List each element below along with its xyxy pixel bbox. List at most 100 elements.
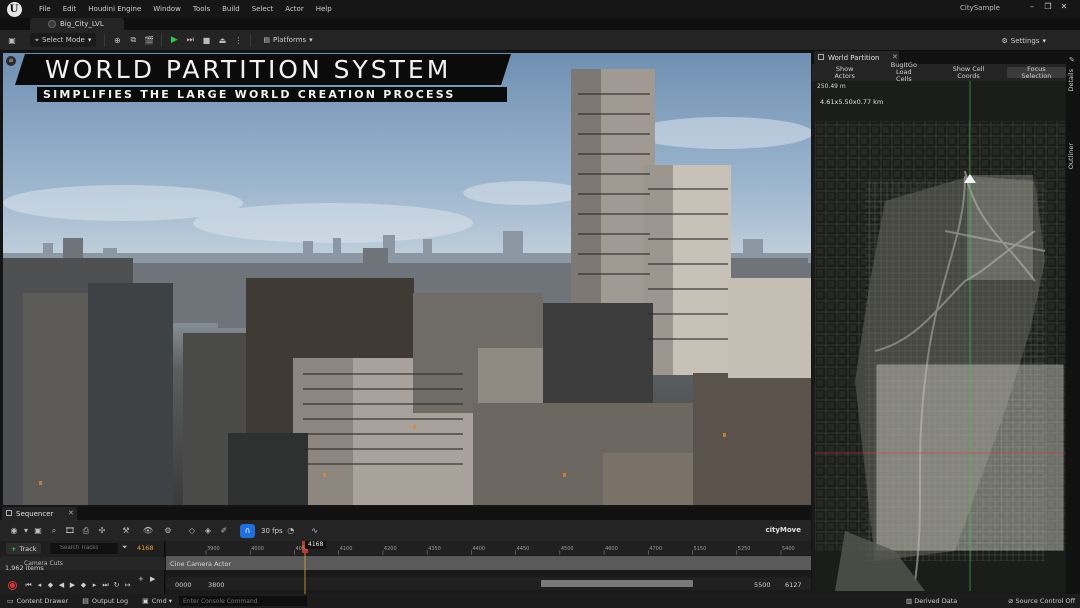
menu-actor[interactable]: Actor <box>279 5 309 13</box>
prev-key-icon[interactable]: ◆ <box>45 581 56 589</box>
next-key-icon[interactable]: ◆ <box>78 581 89 589</box>
curve-editor-icon[interactable]: ∿ <box>307 524 323 538</box>
close-icon[interactable]: ✕ <box>1056 2 1072 16</box>
pencil-icon[interactable]: ✎ <box>1069 56 1078 65</box>
cinematics-icon[interactable]: 🎬 <box>141 33 157 47</box>
project-name: CitySample <box>960 4 1000 12</box>
step-icon[interactable]: ⏭ <box>182 33 198 47</box>
settings-dropdown[interactable]: ⚙ Settings ▾ <box>1001 34 1046 48</box>
derived-data-button[interactable]: ▥ Derived Data <box>906 597 957 605</box>
menu-select[interactable]: Select <box>246 5 280 13</box>
derived-data-label: Derived Data <box>914 597 958 605</box>
bug-it-go-load-cells-toggle[interactable]: BugItGo Load Cells <box>877 62 930 83</box>
show-actors-toggle[interactable]: Show Actors <box>820 65 869 80</box>
world-partition-minimap[interactable] <box>815 81 1065 591</box>
key-interp-icon[interactable]: ◇ <box>184 524 200 538</box>
save-sequence-icon[interactable]: ▣ <box>30 524 46 538</box>
menu-bar: U File Edit Houdini Engine Window Tools … <box>0 0 1080 18</box>
gear-icon: ⚙ <box>1001 37 1008 45</box>
cmd-dropdown[interactable]: ▣ Cmd ▾ <box>135 597 179 605</box>
blueprint-icon[interactable]: ⧉ <box>125 33 141 47</box>
level-tab[interactable]: Big_City_LVL <box>30 18 124 30</box>
brush-icon[interactable]: ✐ <box>216 524 232 538</box>
sequencer-tab[interactable]: Sequencer <box>2 507 78 520</box>
step-forward-icon[interactable]: ▸ <box>89 581 100 589</box>
main-menu: File Edit Houdini Engine Window Tools Bu… <box>33 5 338 13</box>
menu-build[interactable]: Build <box>216 5 246 13</box>
source-control-button[interactable]: ⊘ Source Control Off <box>1008 597 1075 605</box>
restore-icon[interactable]: ❐ <box>1040 2 1056 16</box>
jump-end-icon[interactable]: ⏭ <box>100 581 111 590</box>
play-reverse-icon[interactable]: ◀ <box>56 581 67 589</box>
close-icon[interactable]: ✕ <box>68 509 74 517</box>
play-icon[interactable]: ▶ <box>166 33 182 47</box>
sequencer-timeline[interactable]: 3900 4000 4050 4100 4200 4350 4400 4450 4500 4600… <box>166 541 811 594</box>
sequence-name[interactable]: cityMove <box>765 526 801 534</box>
play-options-icon[interactable]: ⋮ <box>230 33 246 47</box>
unreal-logo-icon[interactable]: U <box>5 0 23 18</box>
menu-houdini-engine[interactable]: Houdini Engine <box>82 5 147 13</box>
platforms-dropdown[interactable]: ▤ Platforms ▾ <box>258 33 317 47</box>
chevron-down-icon: ▾ <box>168 597 172 605</box>
menu-help[interactable]: Help <box>310 5 338 13</box>
auto-key-icon[interactable]: ⚙ <box>160 524 176 538</box>
folder-icon: ▭ <box>7 597 14 605</box>
range-start[interactable]: 0000 <box>175 581 192 589</box>
loop-icon[interactable]: ↻ <box>111 581 122 589</box>
add-key-icon[interactable]: ◈ <box>200 524 216 538</box>
camera-icon[interactable]: ⎙ <box>78 524 94 538</box>
world-icon[interactable]: ◉ <box>6 524 22 538</box>
side-tab-bar: ✎ Details Outliner <box>1066 51 1080 594</box>
visibility-icon[interactable]: 👁 <box>140 524 156 538</box>
director-icon[interactable]: ✣ <box>94 524 110 538</box>
platforms-label: Platforms <box>273 36 307 44</box>
ruler-tick-label: 4000 <box>251 546 264 552</box>
content-drawer-button[interactable]: ▭ Content Drawer <box>0 597 75 605</box>
cmd-label: Cmd <box>151 597 167 605</box>
world-size-label: 4.61x5.50x0.77 km <box>820 98 884 106</box>
select-mode-dropdown[interactable]: ⌖ Select Mode ▾ <box>30 33 97 47</box>
level-tab-bar: Big_City_LVL <box>0 18 1080 30</box>
cine-camera-clip-label: Cine Camera Actor <box>170 560 232 568</box>
render-movie-icon[interactable]: 🎞 <box>62 524 78 538</box>
key-tools-icon[interactable]: ⚒ <box>118 524 134 538</box>
show-cell-coords-toggle[interactable]: Show Cell Coords <box>936 65 1001 80</box>
menu-edit[interactable]: Edit <box>57 5 83 13</box>
world-partition-panel: World Partition ✕ Show Actors BugItGo Lo… <box>812 51 1066 594</box>
view-start[interactable]: 3800 <box>208 581 225 589</box>
select-mode-label: Select Mode <box>41 36 85 44</box>
play-icon[interactable]: ▶ <box>67 581 78 589</box>
view-end[interactable]: 5500 <box>754 581 771 589</box>
add-track-button[interactable]: + Track <box>6 543 42 554</box>
range-end[interactable]: 6127 <box>785 581 802 589</box>
current-frame-field[interactable]: 4168 <box>137 544 154 552</box>
search-tracks-input[interactable] <box>50 543 118 554</box>
snap-icon[interactable]: ∩ <box>240 523 255 538</box>
menu-file[interactable]: File <box>33 5 57 13</box>
playback-options-icon[interactable]: ◔ <box>283 524 299 538</box>
close-icon[interactable]: ✕ <box>892 53 898 61</box>
chevron-down-icon[interactable]: ▾ <box>22 524 30 538</box>
console-command-input[interactable] <box>178 596 307 606</box>
jump-start-icon[interactable]: ⏮ <box>23 581 34 590</box>
record-icon[interactable] <box>8 580 17 590</box>
filter-icon[interactable]: ⏷ <box>122 543 128 552</box>
step-back-icon[interactable]: ◂ <box>34 581 45 589</box>
level-viewport[interactable]: ≡ WORLD PARTITION SYSTEM SIMPLIFIES THE … <box>3 53 811 505</box>
minimize-icon[interactable]: – <box>1024 2 1040 16</box>
settings-label: Settings <box>1010 37 1040 45</box>
details-tab[interactable]: Details <box>1067 69 1075 92</box>
ruler-tick-label: 5150 <box>694 546 707 552</box>
focus-selection-button[interactable]: Focus Selection <box>1006 65 1066 79</box>
eject-icon[interactable]: ⏏ <box>214 33 230 47</box>
menu-window[interactable]: Window <box>147 5 187 13</box>
add-content-icon[interactable]: ⊕ <box>109 33 125 47</box>
outliner-tab[interactable]: Outliner <box>1067 143 1075 169</box>
output-log-button[interactable]: ▤ Output Log <box>75 597 135 605</box>
find-in-browser-icon[interactable]: ⌕ <box>46 524 62 538</box>
frame-rate-dropdown[interactable]: 30 fps <box>261 527 283 535</box>
save-icon[interactable]: ▣ <box>4 33 20 47</box>
stop-icon[interactable]: ■ <box>198 33 214 47</box>
menu-tools[interactable]: Tools <box>187 5 216 13</box>
range-icon[interactable]: ↦ <box>122 581 133 589</box>
